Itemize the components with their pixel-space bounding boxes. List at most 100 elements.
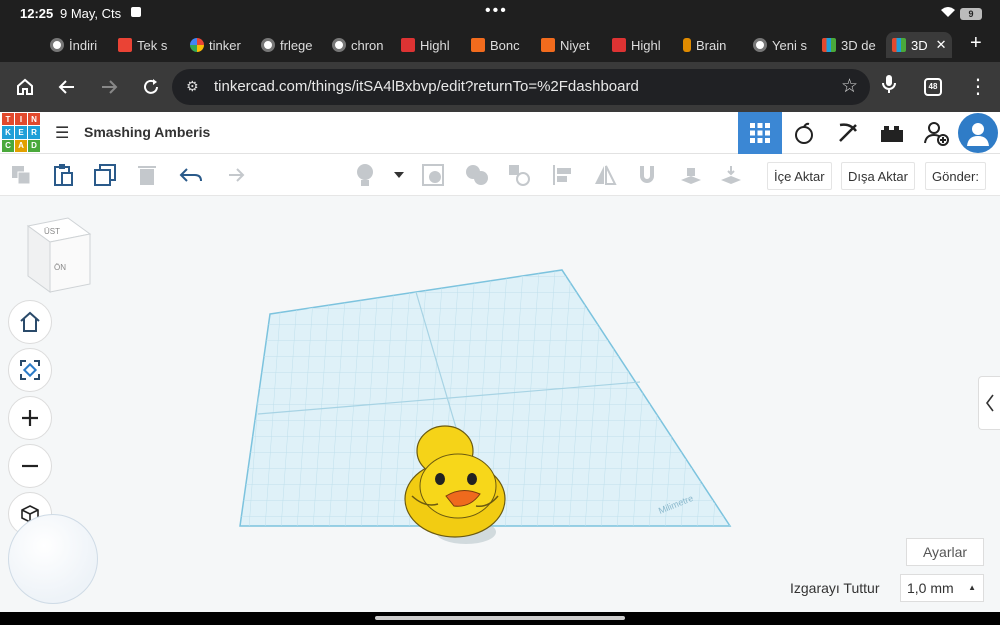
view-cube[interactable]: ÜST ÖN <box>24 214 94 299</box>
design-list-icon[interactable]: ☰ <box>55 123 69 143</box>
app-header: T I N K E R C A D ☰ Smashing Amberis <box>0 112 1000 154</box>
gesture-handle[interactable] <box>375 616 625 620</box>
settings-button[interactable]: Ayarlar <box>906 538 984 566</box>
mirror-icon[interactable] <box>592 162 618 188</box>
lightbulb-icon[interactable] <box>352 162 378 188</box>
sim-lab-button[interactable] <box>782 112 826 154</box>
reload-icon <box>144 79 158 94</box>
browser-tab[interactable]: Niyet <box>535 32 601 58</box>
site-settings-icon[interactable]: ⚙ <box>186 78 199 95</box>
tab-label: frlege <box>280 37 313 53</box>
status-bar: 12:25 9 May, Cts ••• 9 <box>0 0 1000 28</box>
brick-icon <box>881 126 903 142</box>
send-to-button[interactable]: Gönder: <box>925 162 986 190</box>
home-view-button[interactable] <box>8 300 52 344</box>
snap-grid-select[interactable]: 1,0 mm ▲ <box>900 574 984 602</box>
browser-tab[interactable]: Highl <box>395 32 461 58</box>
fit-icon <box>20 360 40 380</box>
chevron-left-icon <box>985 394 994 412</box>
hb-icon <box>541 38 555 52</box>
workplane[interactable]: Milimetre <box>0 196 1000 612</box>
close-tab-icon[interactable]: ✕ <box>936 37 947 53</box>
wifi-icon <box>940 6 956 21</box>
home-button[interactable] <box>12 74 38 100</box>
ruler-drop-icon[interactable] <box>718 162 744 188</box>
multitasking-dots-icon[interactable]: ••• <box>485 2 508 20</box>
lock-icon <box>131 7 141 17</box>
url-text[interactable]: tinkercad.com/things/itSA4lBxbvp/edit?re… <box>214 78 639 95</box>
import-button[interactable]: İçe Aktar <box>767 162 832 190</box>
pickaxe-icon <box>839 123 857 142</box>
reload-button[interactable] <box>138 74 164 100</box>
collapse-panel-button[interactable] <box>978 376 1000 430</box>
fit-view-button[interactable] <box>8 348 52 392</box>
browser-tab[interactable]: frlege <box>255 32 321 58</box>
battery-icon: 9 <box>960 8 982 20</box>
browser-tab[interactable]: tinker <box>184 32 250 58</box>
add-user-icon <box>924 122 949 146</box>
microphone-icon[interactable] <box>882 74 896 99</box>
navigation-orbit-control[interactable] <box>8 514 98 604</box>
tab-label: Highl <box>631 37 661 53</box>
browser-tab[interactable]: İndiri <box>44 32 110 58</box>
undo-icon[interactable] <box>178 162 204 188</box>
more-menu-icon[interactable]: ⋮ <box>968 74 988 99</box>
bricks-button[interactable] <box>870 112 914 154</box>
tab-label: 3D de <box>841 37 876 53</box>
browser-tab[interactable]: Bonc <box>465 32 531 58</box>
group-icon[interactable] <box>420 162 446 188</box>
site-icon <box>612 38 626 52</box>
workplane-icon[interactable] <box>678 162 704 188</box>
browser-tab[interactable]: Yeni s <box>747 32 813 58</box>
browser-tab[interactable]: chron <box>326 32 392 58</box>
logo-letter: K <box>2 126 14 139</box>
zoom-out-button[interactable] <box>8 444 52 488</box>
bookmark-star-icon[interactable]: ☆ <box>841 75 858 98</box>
browser-tab[interactable]: 3D de <box>816 32 882 58</box>
project-name[interactable]: Smashing Amberis <box>84 124 210 140</box>
chrome-icon <box>261 38 275 52</box>
trash-icon[interactable] <box>134 162 160 188</box>
invite-user-button[interactable] <box>914 112 958 154</box>
duplicate-icon[interactable] <box>92 162 118 188</box>
system-nav-bar <box>0 612 1000 625</box>
magnet-icon[interactable] <box>634 162 660 188</box>
ungroup-icon[interactable] <box>464 162 490 188</box>
back-button[interactable] <box>54 74 80 100</box>
arrow-right-icon <box>102 80 118 94</box>
minecraft-button[interactable] <box>826 112 870 154</box>
viewcube-front-label: ÖN <box>54 263 66 272</box>
workplane-viewport[interactable]: Milimetre ÜST ÖN Ayarlar Izgarayı Tuttur… <box>0 196 1000 612</box>
zoom-in-button[interactable] <box>8 396 52 440</box>
user-avatar[interactable] <box>958 113 998 153</box>
browser-tab[interactable]: Tek s <box>112 32 178 58</box>
tinkercad-icon <box>822 38 836 52</box>
home-icon <box>20 311 40 332</box>
browser-tab-active[interactable]: 3D ✕ <box>886 32 952 58</box>
3d-design-mode-button[interactable] <box>738 112 782 154</box>
tinkercad-logo[interactable]: T I N K E R C A D <box>2 113 40 152</box>
tab-switcher-button[interactable]: 48 <box>924 78 942 96</box>
redo-icon[interactable] <box>220 162 246 188</box>
status-date: 9 May, Cts <box>60 6 122 21</box>
logo-letter: T <box>2 113 14 126</box>
cruise-icon[interactable] <box>506 162 532 188</box>
browser-tab[interactable]: Highl <box>606 32 672 58</box>
status-time: 12:25 <box>20 6 54 21</box>
paste-icon[interactable] <box>50 162 76 188</box>
tab-label: Tek s <box>137 37 168 53</box>
export-button[interactable]: Dışa Aktar <box>841 162 915 190</box>
align-icon[interactable] <box>550 162 576 188</box>
address-bar[interactable]: ⚙ tinkercad.com/things/itSA4lBxbvp/edit?… <box>172 69 870 105</box>
forward-button[interactable] <box>96 74 122 100</box>
logo-letter: R <box>28 126 40 139</box>
snap-grid-value: 1,0 mm <box>907 580 954 596</box>
new-tab-button[interactable]: + <box>970 32 982 55</box>
tinkercad-icon <box>892 38 906 52</box>
hb-icon <box>471 38 485 52</box>
copy-icon[interactable] <box>8 162 34 188</box>
user-icon <box>967 123 989 146</box>
browser-tab[interactable]: Brain <box>677 32 743 58</box>
apple-drop-icon <box>795 122 813 144</box>
chevron-down-icon[interactable] <box>386 162 412 188</box>
